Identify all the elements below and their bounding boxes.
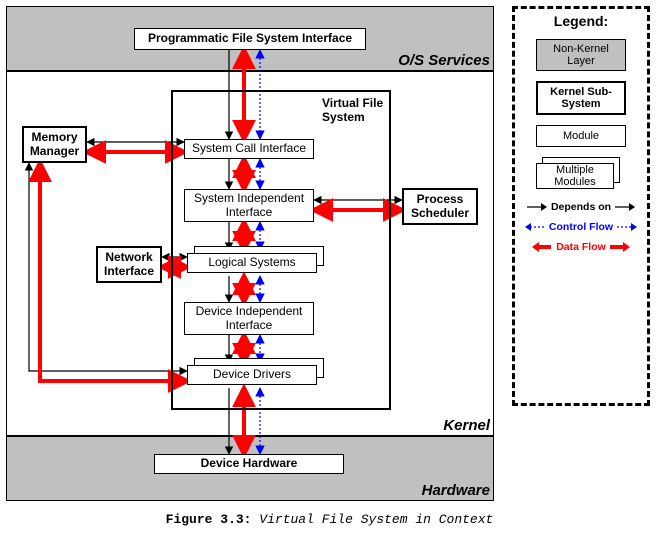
kernel-label: Kernel bbox=[304, 417, 490, 434]
module-network-interface: Network Interface bbox=[96, 246, 162, 283]
legend-control-flow: Control Flow bbox=[519, 221, 643, 233]
legend-kernel-subsystem: Kernel Sub-System bbox=[536, 81, 626, 115]
os-services-label: O/S Services bbox=[304, 52, 490, 69]
legend-multiple-modules: Multiple Modules bbox=[536, 157, 626, 191]
legend-box: Legend: Non-Kernel Layer Kernel Sub-Syst… bbox=[512, 6, 650, 406]
legend-title: Legend: bbox=[515, 13, 647, 29]
module-device-drivers: Device Drivers bbox=[187, 365, 317, 385]
hardware-label: Hardware bbox=[304, 482, 490, 499]
legend-non-kernel: Non-Kernel Layer bbox=[536, 39, 626, 71]
module-logical-systems: Logical Systems bbox=[187, 253, 317, 273]
module-process-scheduler: Process Scheduler bbox=[402, 188, 478, 225]
module-device-hardware: Device Hardware bbox=[154, 454, 344, 474]
legend-data-flow: Data Flow bbox=[519, 241, 643, 253]
virtual-file-system-label: Virtual File System bbox=[322, 96, 392, 124]
diagram-stage: O/S Services Kernel Hardware bbox=[4, 4, 655, 535]
legend-depends-on: Depends on bbox=[519, 201, 643, 213]
module-memory-manager: Memory Manager bbox=[22, 126, 87, 163]
module-device-independent-interface: Device Independent Interface bbox=[184, 302, 314, 335]
module-system-independent-interface: System Independent Interface bbox=[184, 189, 314, 222]
module-pfs: Programmatic File System Interface bbox=[134, 28, 366, 50]
figure-caption: Figure 3.3: Virtual File System in Conte… bbox=[4, 512, 655, 527]
module-system-call-interface: System Call Interface bbox=[184, 139, 314, 159]
legend-module: Module bbox=[536, 125, 626, 147]
